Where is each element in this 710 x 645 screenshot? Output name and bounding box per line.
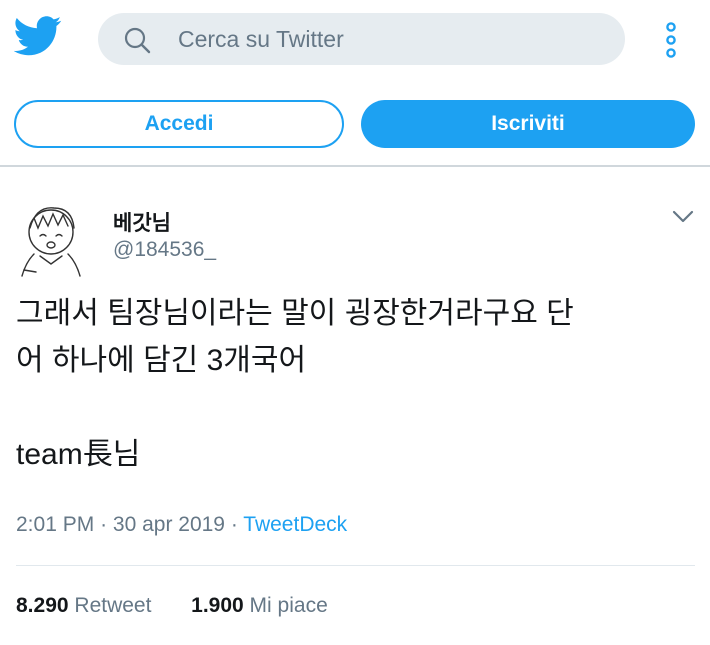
tweet-text-line: 어 하나에 담긴 3개국어 [16, 344, 307, 377]
tweet-text-line [16, 384, 676, 431]
retweet-label: Retweet [74, 594, 152, 617]
tweet-time[interactable]: 2:01 PM [16, 513, 94, 536]
retweet-count: 8.290 [16, 594, 69, 617]
tweet-source-link[interactable]: TweetDeck [243, 513, 347, 536]
login-button[interactable]: Accedi [14, 100, 344, 148]
tweet-meta: 2:01 PM · 30 apr 2019 · TweetDeck [16, 513, 347, 537]
signup-button[interactable]: Iscriviti [361, 100, 695, 148]
meta-separator: · [230, 513, 244, 536]
header-divider [0, 165, 710, 167]
search-bar[interactable]: Cerca su Twitter [98, 13, 625, 65]
like-stat[interactable]: 1.900 Mi piace [191, 594, 328, 617]
tweet-text-line: team長님 [16, 438, 141, 471]
top-bar: Cerca su Twitter [0, 0, 710, 80]
search-icon [122, 25, 152, 55]
search-input[interactable]: Cerca su Twitter [178, 26, 344, 53]
twitter-bird-icon[interactable] [13, 16, 62, 56]
tweet-text: 그래서 팀장님이라는 말이 굉장한거라구요 단 어 하나에 담긴 3개국어 te… [16, 290, 676, 478]
like-label: Mi piace [249, 594, 328, 617]
tweet-date[interactable]: 30 apr 2019 [113, 513, 225, 536]
like-count: 1.900 [191, 594, 244, 617]
retweet-stat[interactable]: 8.290 Retweet [16, 594, 157, 617]
more-vertical-icon[interactable] [662, 20, 680, 60]
tweet-stats: 8.290 Retweet 1.900 Mi piace [16, 594, 328, 618]
tweet-text-line: 그래서 팀장님이라는 말이 굉장한거라구요 단 [16, 297, 574, 330]
avatar[interactable] [16, 198, 86, 278]
meta-separator: · [100, 513, 113, 536]
tweet-author-name[interactable]: 베갓님 [113, 207, 171, 237]
chevron-down-icon[interactable] [672, 210, 694, 224]
tweet-author-handle[interactable]: @184536_ [113, 238, 216, 262]
stats-divider [16, 565, 695, 566]
